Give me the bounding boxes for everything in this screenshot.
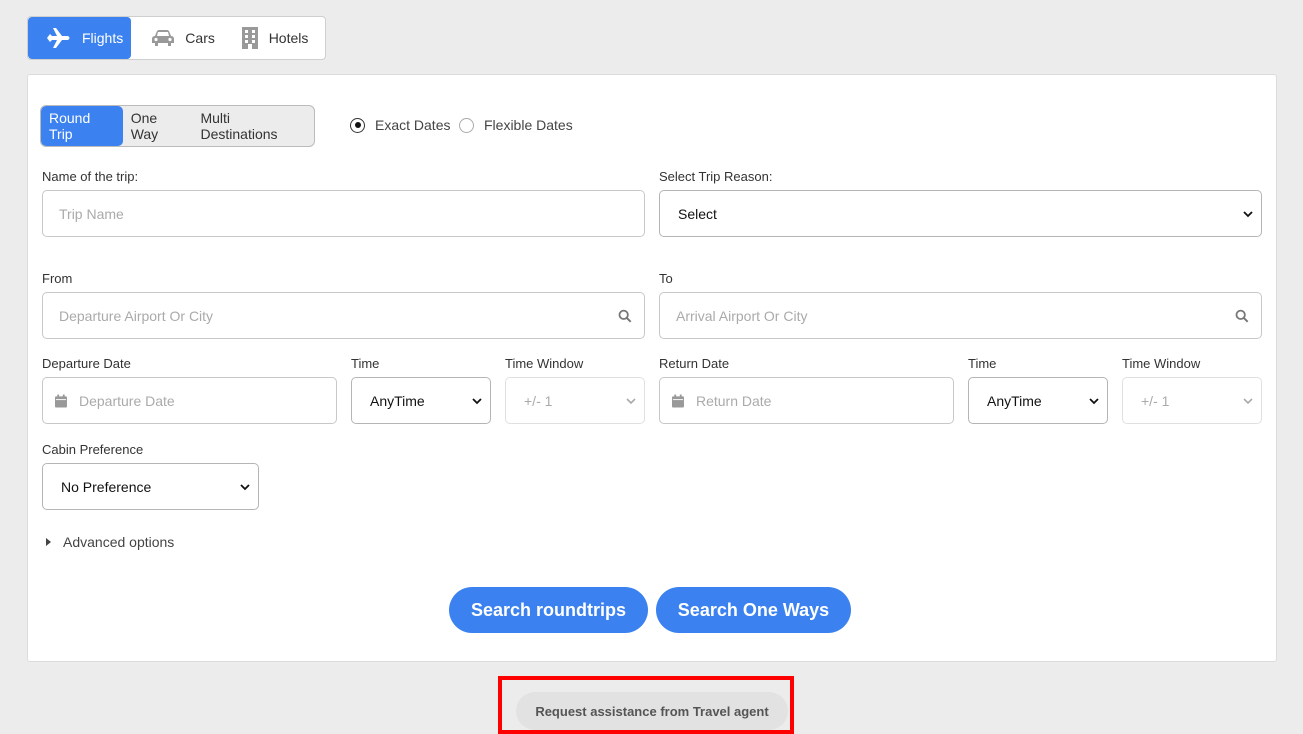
tab-hotels-label: Hotels: [268, 30, 309, 46]
chevron-down-icon: [240, 483, 250, 490]
tab-cars-label: Cars: [185, 30, 215, 46]
tab-hotels[interactable]: Hotels: [225, 17, 325, 59]
highlight-box: Request assistance from Travel agent: [498, 676, 794, 734]
trip-name-input[interactable]: [57, 191, 644, 236]
departure-date-label: Departure Date: [42, 356, 131, 371]
tab-flights[interactable]: Flights: [28, 17, 132, 59]
advanced-options-toggle[interactable]: Advanced options: [46, 534, 174, 550]
chevron-down-icon: [1243, 210, 1253, 217]
return-time-value: AnyTime: [987, 392, 1042, 409]
cabin-select[interactable]: No Preference: [42, 463, 259, 510]
advanced-options-label: Advanced options: [63, 534, 175, 550]
return-date-field[interactable]: [659, 377, 954, 424]
flexible-dates-option[interactable]: Flexible Dates: [459, 117, 573, 133]
return-date-label: Return Date: [659, 356, 730, 371]
calendar-icon: [672, 394, 684, 407]
trip-type-multi-destinations[interactable]: Multi Destinations: [192, 106, 314, 146]
exact-dates-label: Exact Dates: [375, 117, 451, 133]
building-icon: [241, 27, 258, 49]
calendar-icon: [55, 394, 67, 407]
mode-tabs: Flights Cars Hotels: [27, 16, 326, 60]
return-time-label: Time: [968, 356, 997, 371]
search-one-ways-button[interactable]: Search One Ways: [656, 587, 851, 633]
tab-cars[interactable]: Cars: [131, 17, 224, 59]
from-field[interactable]: [42, 292, 645, 339]
tab-flights-label: Flights: [82, 30, 124, 46]
flexible-dates-radio[interactable]: [459, 117, 474, 133]
from-input[interactable]: [57, 293, 619, 338]
return-window-value: +/- 1: [1141, 392, 1170, 409]
return-date-input[interactable]: [693, 378, 953, 423]
search-roundtrips-button[interactable]: Search roundtrips: [449, 587, 648, 633]
car-icon: [152, 30, 175, 46]
to-input[interactable]: [674, 293, 1236, 338]
departure-date-input[interactable]: [76, 378, 336, 423]
trip-reason-select[interactable]: Select: [659, 190, 1262, 237]
departure-window-value: +/- 1: [524, 392, 553, 409]
airplane-icon: [47, 28, 70, 48]
trip-reason-value: Select: [678, 205, 717, 222]
return-time-select[interactable]: AnyTime: [968, 377, 1108, 424]
return-window-label: Time Window: [1122, 356, 1201, 371]
departure-time-label: Time: [351, 356, 380, 371]
trip-name-label: Name of the trip:: [42, 169, 139, 184]
to-label: To: [659, 271, 673, 286]
departure-time-select[interactable]: AnyTime: [351, 377, 491, 424]
trip-type-one-way[interactable]: One Way: [123, 106, 193, 146]
cabin-value: No Preference: [61, 478, 152, 495]
flight-search-form: Round Trip One Way Multi Destinations Ex…: [27, 74, 1277, 662]
chevron-down-icon: [626, 397, 636, 404]
departure-date-field[interactable]: [42, 377, 337, 424]
trip-reason-label: Select Trip Reason:: [659, 169, 773, 184]
request-assistance-button[interactable]: Request assistance from Travel agent: [516, 692, 788, 730]
return-window-select[interactable]: +/- 1: [1122, 377, 1262, 424]
flexible-dates-label: Flexible Dates: [484, 117, 573, 133]
departure-window-label: Time Window: [505, 356, 584, 371]
chevron-down-icon: [472, 397, 482, 404]
search-icon: [1235, 309, 1249, 323]
exact-dates-option[interactable]: Exact Dates: [350, 117, 450, 133]
trip-type-round-trip[interactable]: Round Trip: [41, 106, 123, 146]
to-field[interactable]: [659, 292, 1262, 339]
chevron-down-icon: [1089, 397, 1099, 404]
cabin-label: Cabin Preference: [42, 442, 144, 457]
departure-time-value: AnyTime: [370, 392, 425, 409]
from-label: From: [42, 271, 73, 286]
search-icon: [618, 309, 632, 323]
trip-name-field[interactable]: [42, 190, 645, 237]
chevron-down-icon: [1243, 397, 1253, 404]
exact-dates-radio[interactable]: [350, 117, 365, 133]
trip-type-toggle: Round Trip One Way Multi Destinations: [40, 105, 315, 147]
caret-right-icon: [46, 538, 51, 546]
departure-window-select[interactable]: +/- 1: [505, 377, 645, 424]
